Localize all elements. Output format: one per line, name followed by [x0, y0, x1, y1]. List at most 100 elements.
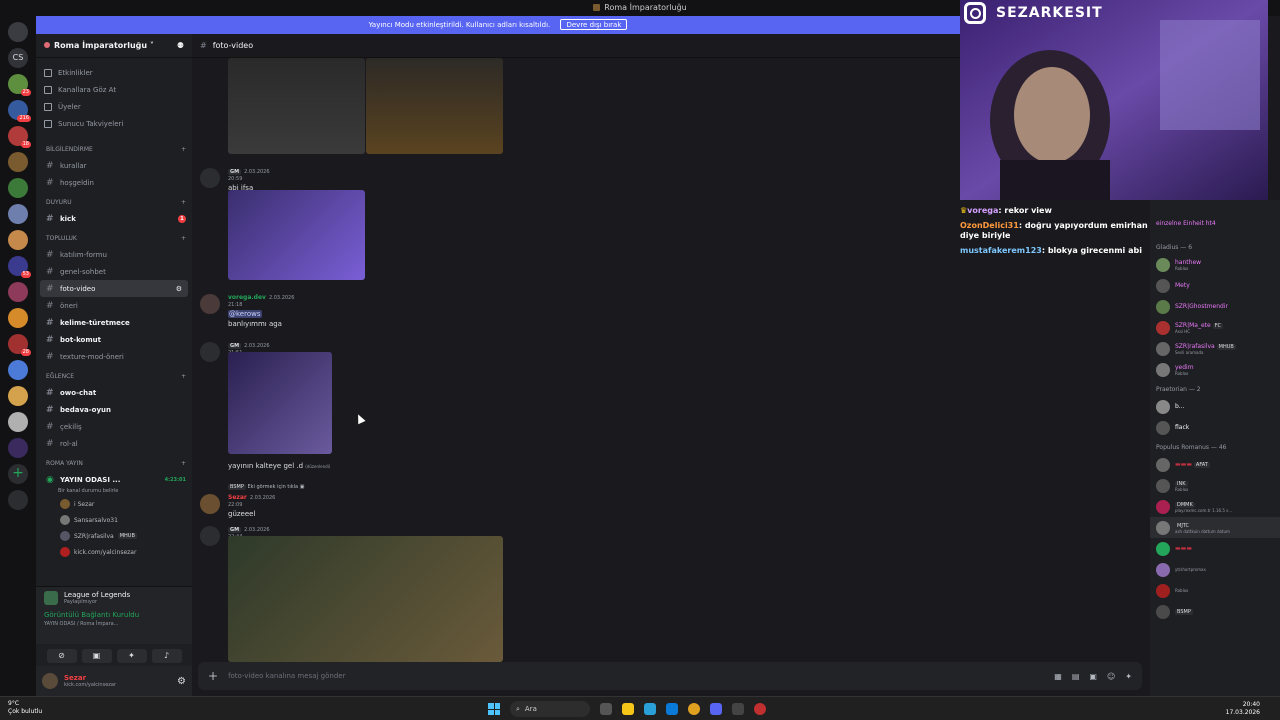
member-item[interactable]: DMMK play.rexmc.com.tr 1.16.5 s... — [1150, 496, 1280, 517]
category-duyuru[interactable]: DUYURU + — [36, 194, 192, 210]
member-item[interactable]: Roblox — [1150, 580, 1280, 601]
server-icon[interactable] — [8, 230, 28, 250]
server-icon[interactable] — [8, 204, 28, 224]
member-item[interactable]: ▬▬▬ — [1150, 538, 1280, 559]
channel-sohbet[interactable]: # genel-sohbet — [36, 263, 192, 280]
chrome-icon[interactable] — [688, 703, 700, 715]
member-item[interactable]: flack — [1150, 417, 1280, 438]
emoji-icon[interactable]: ☺ — [1107, 672, 1115, 681]
server-icon[interactable] — [8, 412, 28, 432]
home-server-icon[interactable] — [8, 22, 28, 42]
settings-icon[interactable]: ⚙ — [176, 285, 182, 293]
category-topluluk[interactable]: TOPLULUK + — [36, 230, 192, 246]
server-icon[interactable]: 23 — [8, 74, 31, 96]
user-settings-icon[interactable]: ⚙ — [177, 676, 186, 687]
edge-icon[interactable] — [644, 703, 656, 715]
apps-icon[interactable]: ✦ — [1125, 672, 1132, 681]
attachment-image[interactable] — [228, 58, 365, 154]
nav-events[interactable]: Etkinlikler — [36, 64, 192, 81]
member-item[interactable]: INK Roblox — [1150, 475, 1280, 496]
add-channel-icon[interactable]: + — [181, 460, 186, 467]
nav-boosts[interactable]: Sunucu Takviyeleri — [36, 115, 192, 132]
invite-icon[interactable]: ⚉ — [177, 41, 184, 50]
avatar[interactable] — [200, 526, 220, 546]
channel-katilim[interactable]: # katılım-formu — [36, 246, 192, 263]
attachment-image[interactable] — [228, 190, 365, 280]
attachment-image[interactable] — [228, 352, 332, 454]
task-view-icon[interactable] — [600, 703, 612, 715]
avatar[interactable] — [200, 168, 220, 188]
voice-user[interactable]: Sansarsalvo31 — [36, 512, 192, 528]
voice-user[interactable]: SZR|rafasilva MHUB — [36, 528, 192, 544]
add-server-icon[interactable]: + — [8, 464, 28, 484]
channel-hosgeldin[interactable]: # hoşgeldin — [36, 174, 192, 191]
voice-user[interactable]: kick.com/yalcinsezar — [36, 544, 192, 560]
server-icon[interactable] — [8, 438, 28, 458]
member-item[interactable]: yedim Roblox — [1150, 359, 1280, 380]
add-channel-icon[interactable]: + — [181, 146, 186, 153]
reply-preview[interactable]: BSMP Eki görmek için tıkla ▣ — [228, 484, 304, 490]
server-icon[interactable] — [8, 360, 28, 380]
soundboard-icon[interactable]: ♪ — [151, 649, 182, 663]
avatar[interactable] — [200, 294, 220, 314]
category-roma[interactable]: ROMA YAYIN + — [36, 455, 192, 471]
explore-icon[interactable] — [8, 490, 28, 510]
user-mention[interactable]: @kerows — [228, 310, 262, 318]
gif-icon[interactable]: ▤ — [1072, 672, 1080, 681]
member-item[interactable]: yt/shortpromax — [1150, 559, 1280, 580]
author-name[interactable]: Sezar — [228, 494, 247, 501]
member-item[interactable]: SZR|Ghostmendir — [1150, 296, 1280, 317]
channel-bot[interactable]: # bot-komut — [36, 331, 192, 348]
category-eglence[interactable]: EĞLENCE + — [36, 368, 192, 384]
voice-status-hint[interactable]: Bir kanal durumu belirle — [36, 488, 192, 496]
sticker-icon[interactable]: ▣ — [1089, 672, 1097, 681]
server-cs[interactable]: CS — [8, 48, 28, 68]
system-clock[interactable]: 20:40 17.03.2026 — [1226, 701, 1260, 717]
game-activity[interactable]: League of Legends Paylaşılmıyor — [36, 587, 192, 609]
member-item[interactable]: SZR|Ma_ete FC Assi HC — [1150, 317, 1280, 338]
voice-channel-yayin[interactable]: ◉ YAYIN ODASI ... 4:23:01 — [36, 471, 192, 488]
server-icon[interactable] — [8, 386, 28, 406]
channel-foto-video[interactable]: # foto-video ⚙ — [40, 280, 188, 297]
voice-user[interactable]: i Sezar — [36, 496, 192, 512]
server-icon[interactable]: 28 — [8, 334, 31, 356]
attach-plus-icon[interactable]: + — [208, 669, 218, 683]
channel-cekilis[interactable]: # çekiliş — [36, 418, 192, 435]
author-name[interactable]: vorega.dev — [228, 294, 266, 301]
store-icon[interactable] — [666, 703, 678, 715]
obs-icon[interactable] — [754, 703, 766, 715]
add-channel-icon[interactable]: + — [181, 199, 186, 206]
channel-texture[interactable]: # texture-mod-öneri — [36, 348, 192, 365]
member-item[interactable]: BSMP — [1150, 601, 1280, 622]
windows-start-icon[interactable] — [488, 703, 500, 715]
file-explorer-icon[interactable] — [622, 703, 634, 715]
category-bilgi[interactable]: BİLGİLENDİRME + — [36, 141, 192, 157]
server-icon[interactable]: 18 — [8, 126, 31, 148]
message-composer[interactable]: + foto-video kanalına mesaj gönder ▦ ▤ ▣… — [198, 662, 1142, 690]
member-item[interactable]: MJTC ash dattkuin dattum datum — [1150, 517, 1280, 538]
add-channel-icon[interactable]: + — [181, 373, 186, 380]
channel-kick[interactable]: # kick 1 — [36, 210, 192, 227]
taskbar-search[interactable]: ⌕ Ara — [510, 701, 590, 717]
gift-icon[interactable]: ▦ — [1054, 672, 1062, 681]
add-channel-icon[interactable]: + — [181, 235, 186, 242]
server-icon[interactable] — [8, 178, 28, 198]
voice-connection-status[interactable]: Görüntülü Bağlantı Kuruldu — [36, 609, 192, 621]
nav-members[interactable]: Üyeler — [36, 98, 192, 115]
server-icon[interactable]: 216 — [8, 100, 31, 122]
member-item[interactable]: b... — [1150, 396, 1280, 417]
nav-browse-channels[interactable]: Kanallara Göz At — [36, 81, 192, 98]
channel-rol[interactable]: # rol-al — [36, 435, 192, 452]
server-header[interactable]: Roma İmparatorluğu ˅ ⚉ — [36, 34, 192, 58]
discord-icon[interactable] — [710, 703, 722, 715]
channel-kurallar[interactable]: # kurallar — [36, 157, 192, 174]
activities-icon[interactable]: ✦ — [116, 649, 147, 663]
app-icon[interactable] — [732, 703, 744, 715]
attachment-image[interactable] — [228, 536, 503, 662]
channel-kelime[interactable]: # kelime-türetmece — [36, 314, 192, 331]
avatar[interactable] — [200, 494, 220, 514]
channel-bedava[interactable]: # bedava-oyun — [36, 401, 192, 418]
member-item[interactable]: SZR|rafasilva MHUB Sesli aramada — [1150, 338, 1280, 359]
avatar[interactable] — [200, 342, 220, 362]
server-icon[interactable]: 53 — [8, 256, 31, 278]
